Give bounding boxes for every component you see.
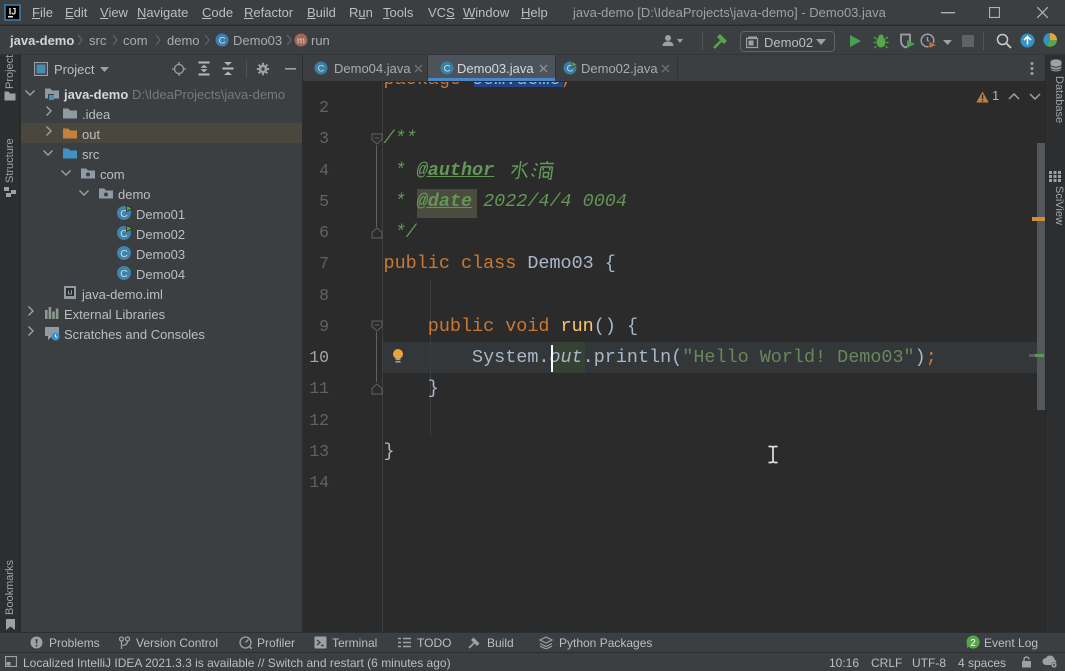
svg-text:m: m — [297, 36, 305, 47]
svg-text:C: C — [219, 36, 226, 47]
svg-text:C: C — [120, 268, 128, 280]
svg-text:C: C — [318, 64, 325, 75]
svg-text:IJ: IJ — [68, 291, 73, 297]
svg-text:IJ: IJ — [9, 7, 17, 17]
svg-text:2: 2 — [970, 638, 976, 649]
svg-text:C: C — [444, 64, 451, 75]
svg-text:C: C — [120, 248, 128, 260]
